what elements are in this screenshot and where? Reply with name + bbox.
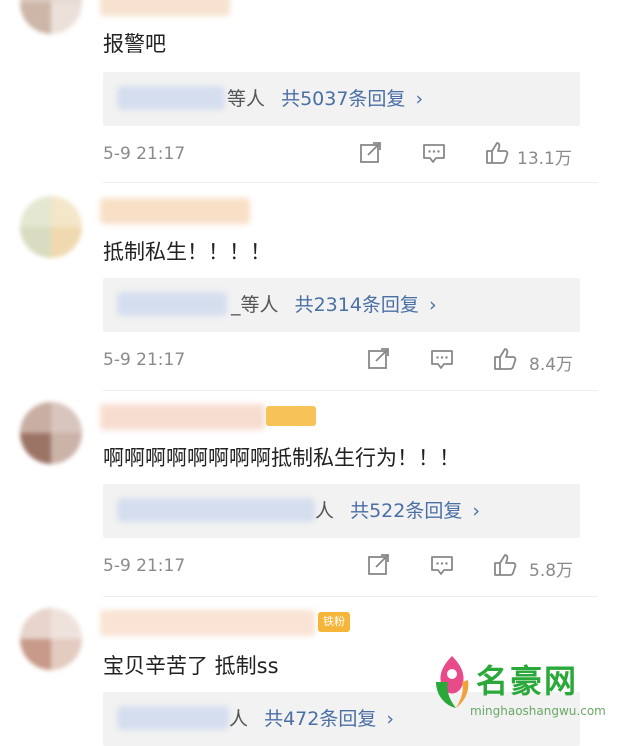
reply-count: 共5037条回复	[281, 88, 406, 110]
comment-text: 报警吧	[103, 32, 166, 56]
comment-icon[interactable]	[429, 346, 457, 374]
like-count: 5.8万	[529, 561, 574, 581]
watermark-title: 名豪网	[476, 662, 579, 700]
watermark-url: minghaoshangwu.com	[470, 704, 606, 718]
chevron-right-icon: ›	[386, 708, 394, 730]
reply-users	[117, 498, 315, 522]
fan-badge	[266, 406, 316, 426]
reply-preview[interactable]: 人 共522条回复 ›	[103, 484, 580, 538]
chevron-right-icon: ›	[428, 294, 437, 316]
reply-suffix: _等人	[231, 294, 279, 316]
comment-text: 啊啊啊啊啊啊啊啊抵制私生行为！！！	[103, 446, 460, 470]
chevron-right-icon: ›	[415, 88, 424, 110]
divider	[103, 596, 598, 597]
logo-icon	[428, 652, 476, 712]
divider	[103, 182, 598, 183]
like-icon[interactable]	[484, 140, 512, 168]
fan-badge: 铁粉	[318, 612, 350, 632]
comment-meta: 5-9 21:17 13.1万	[103, 140, 583, 170]
reply-suffix: 等人	[227, 88, 266, 110]
like-count: 8.4万	[529, 355, 574, 375]
comment-meta: 5-9 21:17 8.4万	[103, 346, 583, 376]
avatar[interactable]	[20, 196, 82, 258]
comment-icon[interactable]	[421, 140, 449, 168]
reply-suffix: 人	[229, 708, 249, 730]
username[interactable]	[100, 404, 265, 430]
avatar[interactable]	[20, 402, 82, 464]
watermark: 名豪网 minghaoshangwu.com	[428, 648, 618, 730]
timestamp: 5-9 21:17	[103, 350, 186, 370]
reply-preview[interactable]: 等人 共5037条回复 ›	[103, 72, 580, 126]
reply-users	[117, 706, 229, 730]
reply-preview[interactable]: _等人 共2314条回复 ›	[103, 278, 580, 332]
username[interactable]	[100, 610, 315, 636]
like-icon[interactable]	[492, 552, 520, 580]
reply-count: 共522条回复	[350, 500, 463, 522]
like-icon[interactable]	[492, 346, 520, 374]
reply-users	[117, 86, 225, 110]
reply-suffix: 人	[315, 500, 335, 522]
share-icon[interactable]	[366, 552, 394, 580]
username[interactable]	[100, 198, 250, 224]
share-icon[interactable]	[358, 140, 386, 168]
avatar[interactable]	[20, 0, 82, 34]
chevron-right-icon: ›	[472, 500, 480, 522]
reply-count: 共472条回复	[264, 708, 377, 730]
avatar[interactable]	[20, 608, 82, 670]
reply-users	[117, 292, 227, 316]
comment-meta: 5-9 21:17 5.8万	[103, 552, 583, 582]
comment-text: 抵制私生！！！！	[103, 240, 271, 264]
timestamp: 5-9 21:17	[103, 144, 186, 164]
timestamp: 5-9 21:17	[103, 556, 186, 576]
username[interactable]	[100, 0, 230, 16]
divider	[103, 390, 598, 391]
comment-text: 宝贝辛苦了 抵制ss	[103, 654, 279, 678]
reply-count: 共2314条回复	[294, 294, 419, 316]
like-count: 13.1万	[517, 149, 572, 169]
comment-icon[interactable]	[429, 552, 457, 580]
share-icon[interactable]	[366, 346, 394, 374]
